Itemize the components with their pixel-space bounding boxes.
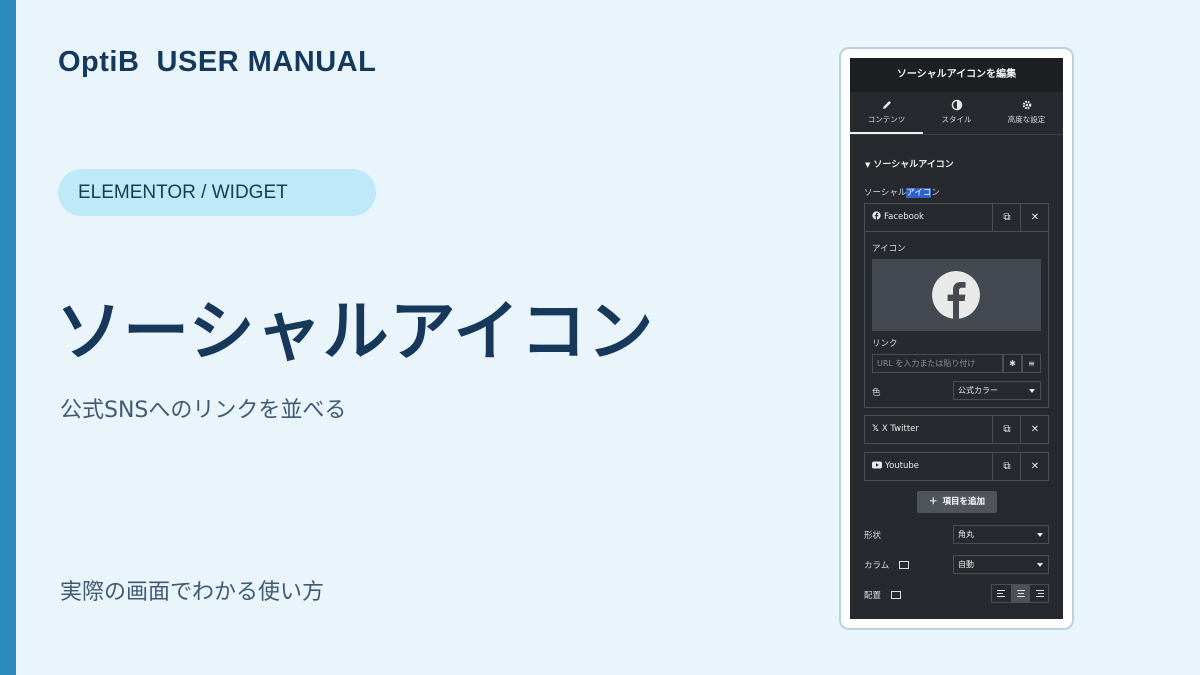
columns-select[interactable]: 自動 bbox=[953, 555, 1049, 574]
color-select[interactable]: 公式カラー bbox=[953, 381, 1041, 400]
dynamic-tags-button[interactable]: ≡ bbox=[1022, 354, 1041, 373]
align-left-button[interactable] bbox=[992, 585, 1011, 602]
close-icon: ✕ bbox=[1030, 461, 1040, 472]
page-caption: 実際の画面でわかる使い方 bbox=[60, 580, 325, 605]
repeater-item-x-twitter[interactable]: 𝕏X Twitter ⧉ ✕ bbox=[864, 415, 1049, 444]
remove-button[interactable]: ✕ bbox=[1020, 204, 1049, 231]
repeater-label: ソーシャルアイコン bbox=[864, 186, 940, 198]
plus-icon: ＋ bbox=[928, 497, 938, 507]
page-title: ソーシャルアイコン bbox=[56, 293, 655, 370]
shape-label: 形状 bbox=[864, 531, 882, 541]
duplicate-button[interactable]: ⧉ bbox=[992, 453, 1021, 480]
repeater-label-highlight: アイコ bbox=[906, 188, 932, 198]
repeater-item-facebook[interactable]: Facebook ⧉ ✕ bbox=[864, 203, 1049, 232]
facebook-icon bbox=[872, 211, 881, 220]
chevron-down-icon bbox=[1029, 389, 1035, 393]
copy-icon: ⧉ bbox=[1003, 212, 1011, 223]
duplicate-button[interactable]: ⧉ bbox=[992, 416, 1021, 443]
caret-down-icon: ▼ bbox=[865, 161, 871, 169]
columns-select-value: 自動 bbox=[958, 560, 974, 569]
icon-picker[interactable] bbox=[872, 259, 1041, 331]
tab-advanced[interactable]: 高度な設定 bbox=[990, 92, 1063, 134]
brand-title: OptiB USER MANUAL bbox=[58, 46, 377, 78]
align-label-row: 配置 bbox=[864, 589, 902, 601]
panel-tabs: コンテンツ スタイル 高度な設定 bbox=[850, 92, 1063, 135]
repeater-label-b: ン bbox=[931, 188, 940, 198]
desktop-icon[interactable] bbox=[899, 561, 910, 569]
accent-bar bbox=[0, 0, 16, 675]
close-icon: ✕ bbox=[1030, 424, 1040, 435]
copy-icon: ⧉ bbox=[1003, 461, 1011, 472]
phone-frame: ソーシャルアイコンを編集 コンテンツ スタイル 高度な設定 ▼ ソーシャルアイコン… bbox=[839, 47, 1074, 630]
add-item-label: 項目を追加 bbox=[942, 497, 986, 507]
section-toggle[interactable]: ▼ ソーシャルアイコン bbox=[865, 157, 954, 170]
align-label: 配置 bbox=[864, 591, 882, 601]
tab-content[interactable]: コンテンツ bbox=[850, 92, 923, 134]
alignment-control bbox=[991, 584, 1049, 603]
align-center-button[interactable] bbox=[1011, 585, 1030, 602]
color-label: 色 bbox=[872, 388, 881, 398]
repeater-item-title[interactable]: Facebook bbox=[872, 204, 924, 231]
page-subtitle: 公式SNSへのリンクを並べる bbox=[60, 398, 347, 423]
section-title: ソーシャルアイコン bbox=[873, 160, 954, 170]
copy-icon: ⧉ bbox=[1003, 424, 1011, 435]
contrast-icon bbox=[951, 99, 962, 111]
columns-label: カラム bbox=[864, 561, 890, 571]
item-name: X Twitter bbox=[881, 424, 919, 434]
youtube-icon bbox=[872, 461, 882, 469]
item-name: Youtube bbox=[885, 461, 919, 471]
panel-header: ソーシャルアイコンを編集 bbox=[850, 58, 1063, 92]
icon-label: アイコン bbox=[872, 244, 906, 254]
columns-label-row: カラム bbox=[864, 559, 910, 571]
color-select-value: 公式カラー bbox=[958, 386, 998, 395]
tab-content-label: コンテンツ bbox=[867, 115, 906, 124]
remove-button[interactable]: ✕ bbox=[1020, 453, 1049, 480]
remove-button[interactable]: ✕ bbox=[1020, 416, 1049, 443]
tab-style[interactable]: スタイル bbox=[923, 92, 990, 134]
tab-advanced-label: 高度な設定 bbox=[1007, 115, 1046, 124]
elementor-panel: ソーシャルアイコンを編集 コンテンツ スタイル 高度な設定 ▼ ソーシャルアイコン… bbox=[850, 58, 1063, 619]
link-options-button[interactable]: ✱ bbox=[1003, 354, 1022, 373]
facebook-logo-icon bbox=[932, 271, 980, 319]
add-item-button[interactable]: ＋ 項目を追加 bbox=[917, 491, 997, 513]
shape-select[interactable]: 角丸 bbox=[953, 525, 1049, 544]
repeater-item-title[interactable]: 𝕏X Twitter bbox=[872, 416, 919, 443]
desktop-icon[interactable] bbox=[891, 591, 902, 599]
link-url-input[interactable]: URL を入力または貼り付け bbox=[872, 354, 1003, 373]
close-icon: ✕ bbox=[1030, 212, 1040, 223]
gear-icon: ✱ bbox=[1009, 359, 1016, 368]
duplicate-button[interactable]: ⧉ bbox=[992, 204, 1021, 231]
pencil-icon bbox=[882, 101, 891, 109]
repeater-item-youtube[interactable]: Youtube ⧉ ✕ bbox=[864, 452, 1049, 481]
category-pill: ELEMENTOR / WIDGET bbox=[58, 169, 376, 216]
tab-style-label: スタイル bbox=[941, 115, 972, 124]
item-name: Facebook bbox=[884, 212, 924, 222]
repeater-label-a: ソーシャル bbox=[864, 188, 907, 198]
chevron-down-icon bbox=[1037, 563, 1043, 567]
link-label: リンク bbox=[872, 339, 898, 349]
repeater-item-title[interactable]: Youtube bbox=[872, 453, 919, 480]
gear-icon bbox=[1022, 100, 1031, 110]
shape-select-value: 角丸 bbox=[958, 530, 974, 539]
chevron-down-icon bbox=[1037, 533, 1043, 537]
x-icon: 𝕏 bbox=[872, 424, 879, 434]
database-icon: ≡ bbox=[1028, 359, 1035, 368]
align-right-button[interactable] bbox=[1030, 585, 1049, 602]
